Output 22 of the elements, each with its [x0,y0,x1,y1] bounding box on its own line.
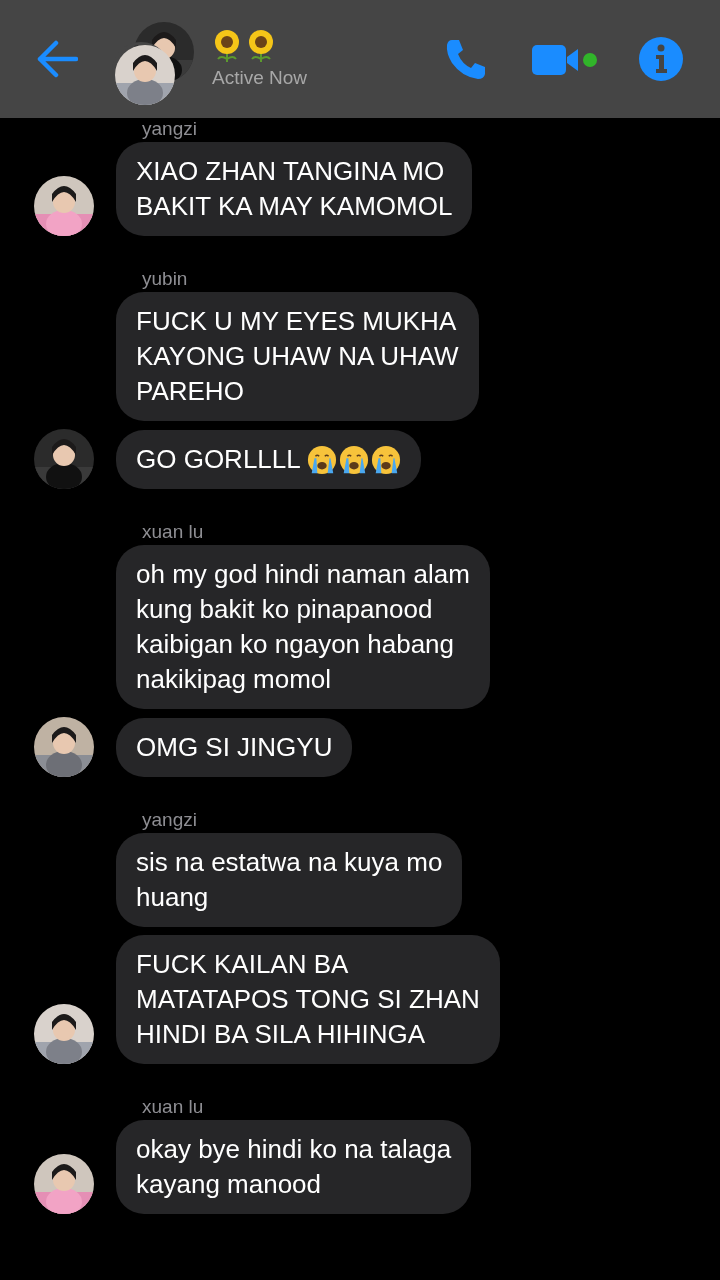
sender-name: yangzi [142,809,198,831]
message-bubble: XIAO ZHAN TANGINA MO BAKIT KA MAY KAMOMOL [116,142,473,236]
sunflower-emoji-icon [246,29,276,63]
info-icon[interactable] [638,36,684,82]
message-bubble: FUCK KAILAN BA MATATAPOS TONG SI ZHAN HINDI BA SILA HIHINGA [116,935,500,1064]
sunflower-emoji-icon [212,29,242,63]
phone-icon[interactable] [444,37,488,81]
crying-emoji-icon [338,444,369,475]
message-bubble: oh my god hindi naman alam kung bakit ko pinapanood kaibigan ko ngayon habang nakikipag momol [116,545,490,709]
sender-name: yangzi [142,118,198,140]
sender-name: xuan lu [142,521,205,543]
message-bubble: OMG SI JINGYU [116,718,353,777]
crying-emoji-icon [306,444,337,475]
message-bubble: okay bye hindi ko na talaga kayang manood [116,1120,472,1214]
message-bubble: FUCK U MY EYES MUKHA KAYONG UHAW NA UHAW PAREHO [116,292,479,421]
message-bubble: sis na estatwa na kuya mo huang [116,833,463,927]
crying-emoji-icon [370,444,401,475]
message-bubble: GO GORLLLL [116,430,421,489]
back-arrow-icon[interactable] [36,38,78,80]
sender-name: xuan lu [142,1096,205,1118]
active-status: Active Now [212,67,308,89]
sender-name: yubin [142,268,189,290]
